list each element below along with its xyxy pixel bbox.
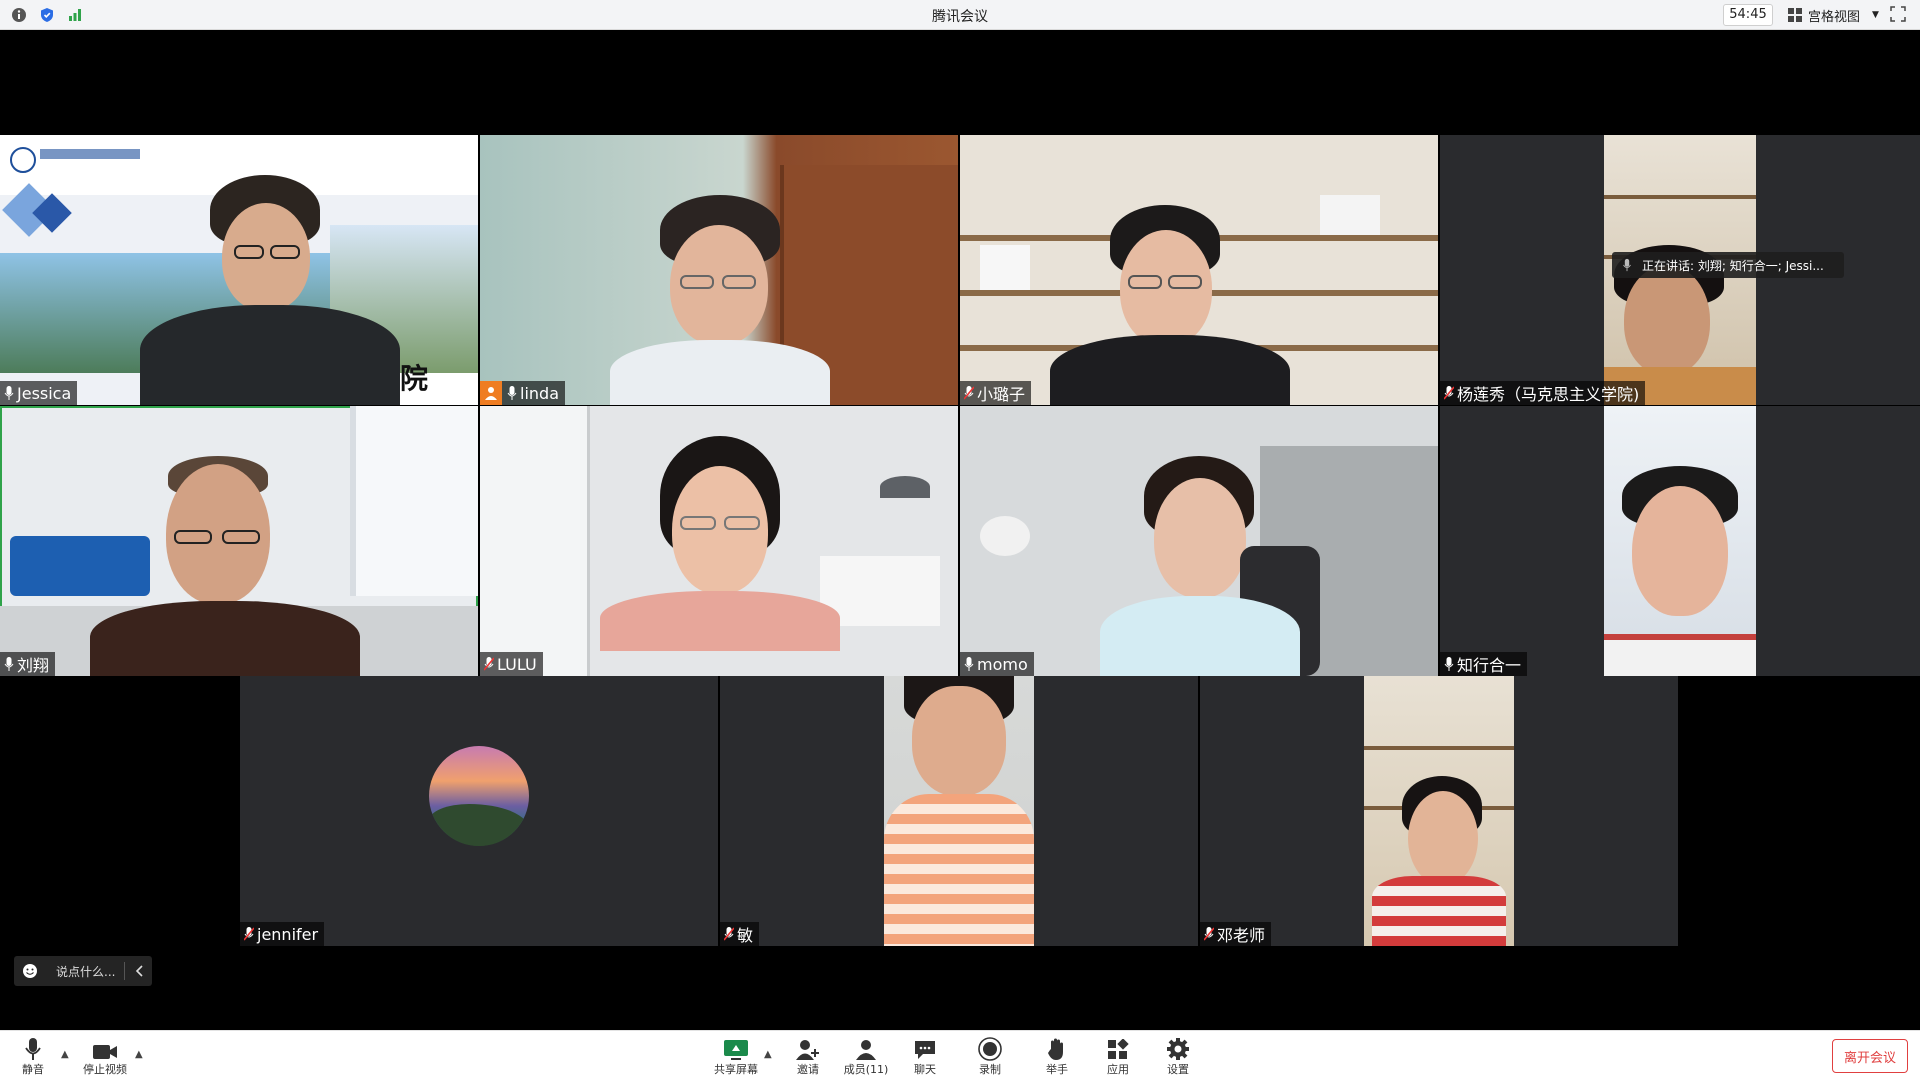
microphone-icon (1623, 258, 1631, 272)
share-options-chevron-icon[interactable]: ▲ (764, 1049, 772, 1060)
participant-name-tag: 小璐子 (960, 381, 1032, 405)
share-screen-button[interactable]: 共享屏幕 (713, 1035, 759, 1077)
video-tile-momo[interactable]: momo (960, 406, 1438, 676)
participant-name-tag: 杨莲秀（马克思主义学院) (1440, 381, 1646, 405)
share-screen-icon (724, 1040, 748, 1060)
speaking-indicator: 正在讲话: 刘翔; 知行合一; Jessi... (1612, 252, 1844, 278)
members-icon (856, 1040, 876, 1060)
raise-hand-icon (1048, 1038, 1063, 1060)
title-bar: 腾讯会议 54:45 宫格视图 ▼ (0, 0, 1920, 30)
raise-hand-button[interactable]: 举手 (1045, 1035, 1069, 1077)
chat-placeholder[interactable]: 说点什么... (46, 963, 124, 980)
participant-name-tag: 敏 (720, 922, 760, 946)
video-options-chevron-icon[interactable]: ▲ (135, 1049, 143, 1060)
microphone-muted-icon (244, 927, 254, 941)
microphone-icon (507, 386, 517, 400)
video-tile-zhixingheyi[interactable]: 知行合一 (1440, 406, 1920, 676)
video-tile-liuxiang[interactable]: 刘翔 (0, 406, 478, 676)
participant-name-tag: momo (960, 652, 1034, 676)
gear-icon (1167, 1038, 1189, 1060)
video-tile-linda[interactable]: linda (480, 135, 958, 405)
video-tile-min[interactable]: 敏 (720, 676, 1198, 946)
microphone-muted-icon (724, 927, 734, 941)
meeting-timer: 54:45 (1723, 4, 1773, 26)
record-button[interactable]: 录制 (978, 1035, 1002, 1077)
leave-meeting-button[interactable]: 离开会议 (1832, 1039, 1908, 1073)
view-mode-dropdown[interactable]: 宫格视图 ▼ (1782, 4, 1885, 26)
video-tile-denglaoshi[interactable]: 邓老师 (1200, 676, 1678, 946)
participant-name-tag: 刘翔 (0, 652, 56, 676)
avatar (429, 746, 529, 846)
apps-button[interactable]: 应用 (1106, 1035, 1130, 1077)
members-button[interactable]: 成员(11) (843, 1035, 889, 1077)
invite-user-icon (796, 1040, 819, 1060)
video-grid: 学院 Jessica linda 小璐子 杨莲秀（马克思主义学院) 刘翔 LUL… (0, 30, 1920, 1030)
video-camera-icon (93, 1045, 117, 1059)
stop-video-button[interactable]: 停止视频 (82, 1035, 128, 1077)
participant-name-tag: jennifer (240, 922, 325, 946)
participant-video (1364, 676, 1514, 946)
meeting-toolbar: 静音 ▲ 停止视频 ▲ 共享屏幕 ▲ 邀请 成员(11) 聊天 录制 举手 应用… (0, 1030, 1920, 1080)
video-tile-jessica[interactable]: 学院 Jessica (0, 135, 478, 405)
participant-name-tag: LULU (480, 652, 543, 676)
microphone-muted-icon (484, 657, 494, 671)
participant-video (884, 676, 1034, 946)
microphone-icon (4, 657, 14, 671)
participant-name-tag: Jessica (0, 381, 78, 405)
video-tile-xiaoluzi[interactable]: 小璐子 (960, 135, 1438, 405)
settings-button[interactable]: 设置 (1166, 1035, 1190, 1077)
participant-name-tag: 邓老师 (1200, 922, 1272, 946)
mute-options-chevron-icon[interactable]: ▲ (61, 1049, 69, 1060)
participant-name-tag: linda (480, 381, 565, 405)
emoji-icon[interactable] (14, 963, 46, 979)
microphone-icon (25, 1038, 41, 1060)
chat-bubble-icon (915, 1041, 935, 1059)
view-mode-label: 宫格视图 (1808, 9, 1861, 25)
window-title: 腾讯会议 (932, 9, 988, 25)
collapse-chevron-icon[interactable] (124, 962, 152, 980)
microphone-muted-icon (1444, 386, 1454, 400)
participant-name-tag: 知行合一 (1440, 652, 1528, 676)
microphone-muted-icon (964, 386, 974, 400)
video-tile-lulu[interactable]: LULU (480, 406, 958, 676)
grid-view-icon (1788, 8, 1802, 22)
microphone-icon (1444, 657, 1454, 671)
invite-button[interactable]: 邀请 (794, 1035, 822, 1077)
host-badge-icon (480, 381, 502, 405)
mute-button[interactable]: 静音 (18, 1035, 48, 1077)
participant-video (1604, 406, 1756, 676)
record-icon (978, 1037, 1002, 1061)
microphone-icon (964, 657, 974, 671)
chevron-down-icon: ▼ (1872, 10, 1879, 20)
chat-button[interactable]: 聊天 (913, 1035, 937, 1077)
microphone-icon (4, 386, 14, 400)
apps-icon (1108, 1039, 1129, 1059)
microphone-muted-icon (1204, 927, 1214, 941)
video-tile-jennifer[interactable]: jennifer (240, 676, 718, 946)
quick-chat-input[interactable]: 说点什么... (14, 956, 152, 986)
fullscreen-icon[interactable] (1890, 6, 1908, 24)
